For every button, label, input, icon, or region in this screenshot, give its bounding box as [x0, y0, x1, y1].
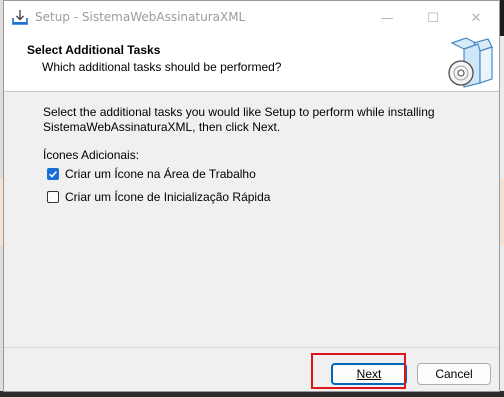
- minimize-button[interactable]: —: [364, 1, 410, 35]
- setup-window: Setup - SistemaWebAssinaturaXML — ☐ ✕ Se…: [3, 0, 500, 392]
- task-checkbox-quick-launch[interactable]: Criar um Ícone de Inicialização Rápida: [47, 190, 270, 204]
- maximize-button[interactable]: ☐: [410, 1, 456, 35]
- cancel-button[interactable]: Cancel: [417, 363, 491, 385]
- page-subtitle: Which additional tasks should be perform…: [42, 60, 282, 74]
- wizard-content: Select the additional tasks you would li…: [4, 92, 499, 347]
- title-bar[interactable]: Setup - SistemaWebAssinaturaXML — ☐ ✕: [4, 1, 499, 35]
- cancel-button-label: Cancel: [435, 367, 473, 381]
- task-label-desktop-icon: Criar um Ícone na Área de Trabalho: [65, 167, 256, 181]
- close-icon: ✕: [470, 10, 482, 26]
- close-button[interactable]: ✕: [453, 1, 499, 35]
- minimize-icon: —: [380, 10, 394, 26]
- annotation-highlight-box: [311, 353, 406, 389]
- task-label-quick-launch: Criar um Ícone de Inicialização Rápida: [65, 190, 271, 204]
- maximize-icon: ☐: [427, 10, 439, 26]
- task-description: Select the additional tasks you would li…: [43, 105, 435, 134]
- background-app-right-band: [500, 178, 504, 246]
- checkbox-unchecked-icon[interactable]: [47, 191, 59, 203]
- wizard-footer: Next Cancel: [4, 347, 499, 391]
- page-title: Select Additional Tasks: [27, 43, 161, 57]
- task-checkbox-desktop-icon[interactable]: Criar um Ícone na Área de Trabalho: [47, 167, 256, 181]
- setup-box-cd-icon: [448, 37, 493, 88]
- wizard-header: Select Additional Tasks Which additional…: [4, 35, 499, 92]
- additional-icons-label: Ícones Adicionais:: [43, 148, 140, 162]
- window-title: Setup - SistemaWebAssinaturaXML: [35, 10, 246, 24]
- setup-app-icon: [12, 10, 28, 25]
- checkbox-checked-icon[interactable]: [47, 168, 59, 180]
